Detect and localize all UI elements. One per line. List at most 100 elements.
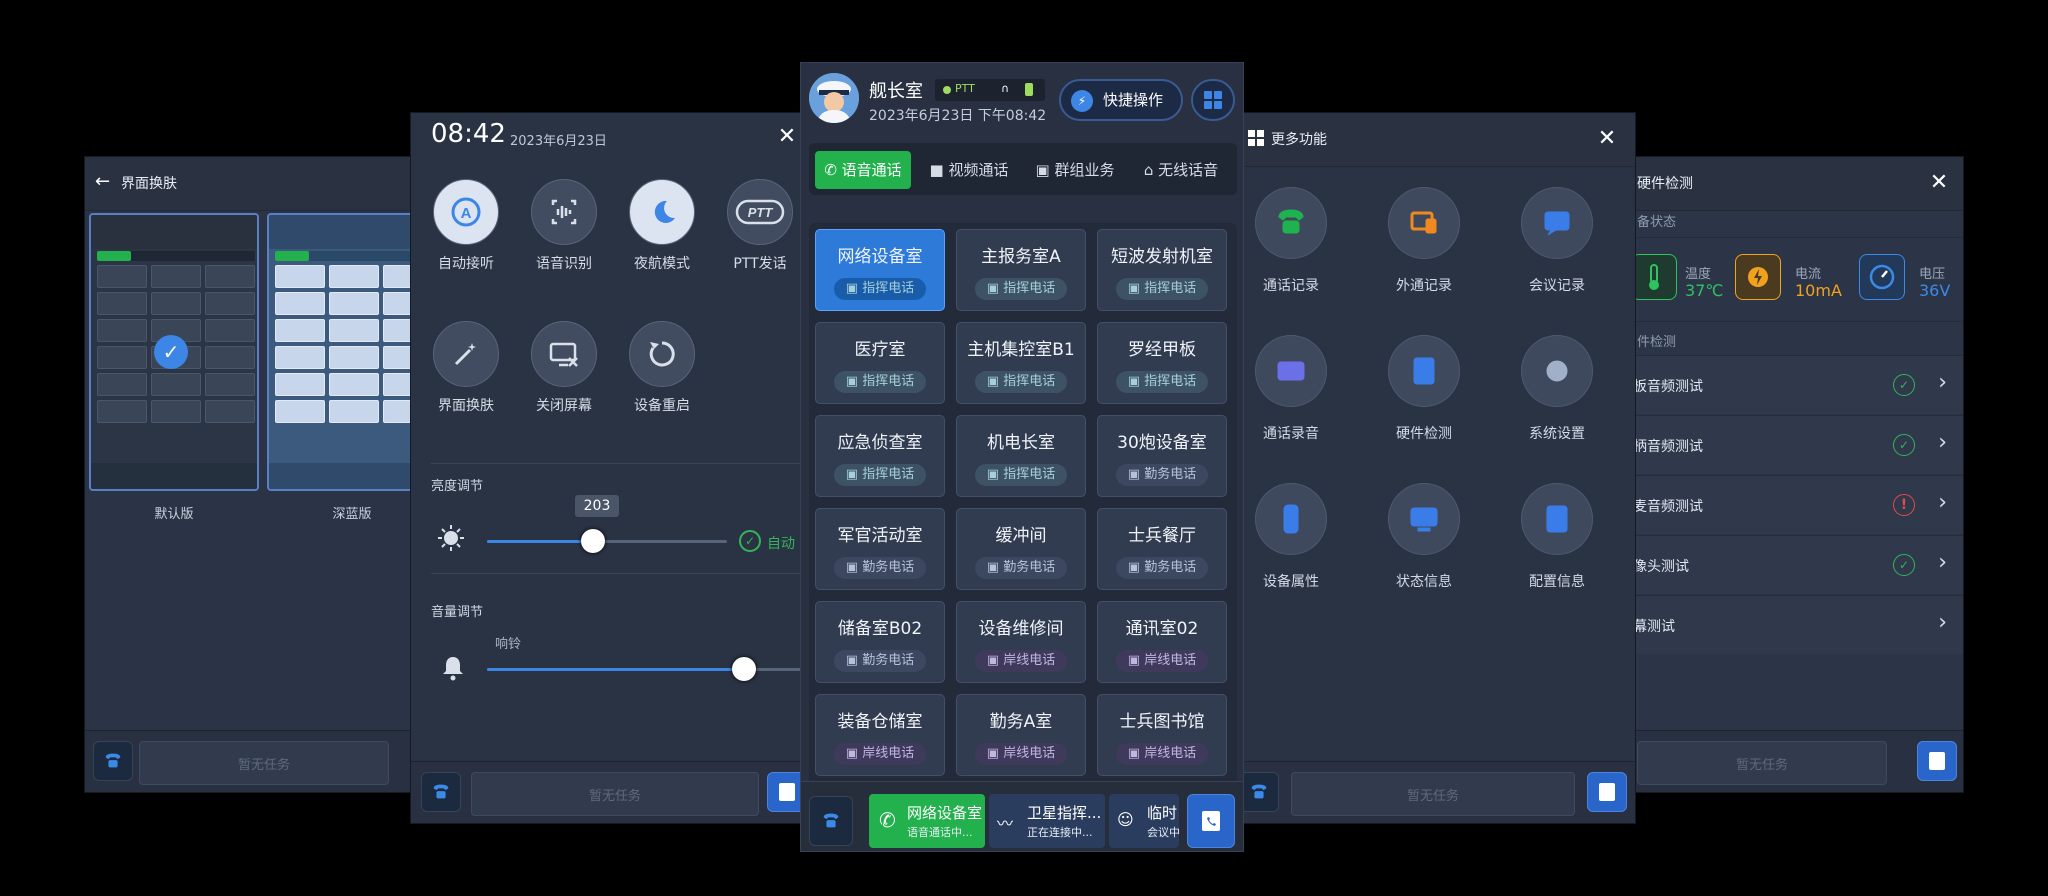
status-info-icon (1388, 483, 1460, 555)
skin-default-preview[interactable]: ✓ (89, 213, 259, 491)
active-call-chip[interactable]: ✆ 网络设备室 语音通话中... (869, 794, 985, 848)
room-phone-type[interactable]: ▣ 勤务电话 (834, 650, 926, 672)
room-phone-type[interactable]: ▣ 岸线电话 (975, 743, 1067, 765)
hardware-test-row[interactable]: 幕测试 › (1601, 595, 1963, 654)
svg-text:PTT: PTT (748, 205, 774, 220)
restart-button[interactable]: 设备重启 (627, 321, 697, 415)
back-arrow-icon[interactable]: ← (95, 171, 110, 192)
room-phone-type[interactable]: ▣ 指挥电话 (834, 464, 926, 486)
room-card[interactable]: 30炮设备室 ▣ 勤务电话 (1097, 415, 1227, 497)
room-card[interactable]: 短波发射机室 ▣ 指挥电话 (1097, 229, 1227, 311)
close-icon[interactable]: ✕ (1595, 127, 1619, 151)
skin-button[interactable]: 界面换肤 (431, 321, 501, 415)
close-icon[interactable]: ✕ (1927, 171, 1951, 195)
headset-icon: ∩ (1001, 82, 1010, 95)
volume-knob[interactable] (732, 657, 757, 681)
hardware-test-row[interactable]: 麦音频测试! › (1601, 475, 1963, 534)
room-card[interactable]: 勤务A室 ▣ 岸线电话 (956, 694, 1086, 776)
room-card[interactable]: 缓冲间 ▣ 勤务电话 (956, 508, 1086, 590)
volume-slider[interactable] (487, 657, 817, 681)
tab-group-service[interactable]: ▣ 群组业务 (1027, 151, 1123, 189)
room-phone-type[interactable]: ▣ 勤务电话 (975, 557, 1067, 579)
room-phone-type[interactable]: ▣ 指挥电话 (1116, 371, 1208, 393)
room-card[interactable]: 主机集控室B1 ▣ 指挥电话 (956, 322, 1086, 404)
screen-off-button[interactable]: 关闭屏幕 (529, 321, 599, 415)
room-card[interactable]: 机电长室 ▣ 指挥电话 (956, 415, 1086, 497)
room-card[interactable]: 主报务室A ▣ 指挥电话 (956, 229, 1086, 311)
room-phone-type[interactable]: ▣ 勤务电话 (1116, 557, 1208, 579)
pass-icon: ✓ (1893, 554, 1915, 576)
room-phone-type[interactable]: ▣ 指挥电话 (834, 371, 926, 393)
phone-icon[interactable] (93, 741, 133, 781)
room-card[interactable]: 士兵餐厅 ▣ 勤务电话 (1097, 508, 1227, 590)
room-card[interactable]: 应急侦查室 ▣ 指挥电话 (815, 415, 945, 497)
tab-voice-call[interactable]: ✆ 语音通话 (815, 151, 911, 189)
function-item[interactable]: 状态信息 (1364, 483, 1484, 591)
room-name: 勤务A室 (989, 712, 1053, 732)
room-phone-type[interactable]: ▣ 勤务电话 (834, 557, 926, 579)
function-item[interactable]: 外通记录 (1364, 187, 1484, 295)
function-item[interactable]: 系统设置 (1497, 335, 1617, 443)
function-item[interactable]: 硬件检测 (1364, 335, 1484, 443)
tab-wireless-voice[interactable]: ⌂ 无线话音 (1133, 151, 1229, 189)
ptt-button[interactable]: PTT PTT发话 (725, 179, 795, 273)
room-phone-type[interactable]: ▣ 岸线电话 (975, 650, 1067, 672)
phone-icon[interactable] (421, 772, 461, 812)
skin-bottom-bar: 暂无任务 (85, 730, 445, 792)
room-phone-type[interactable]: ▣ 岸线电话 (834, 743, 926, 765)
dial-icon[interactable] (1587, 772, 1627, 812)
room-phone-type[interactable]: ▣ 指挥电话 (834, 278, 926, 300)
phone-icon[interactable] (1239, 772, 1279, 812)
room-card[interactable]: 设备维修间 ▣ 岸线电话 (956, 601, 1086, 683)
hardware-test-row[interactable]: 板音频测试 ✓ › (1601, 355, 1963, 414)
room-phone-type[interactable]: ▣ 指挥电话 (1116, 278, 1208, 300)
room-phone-type[interactable]: ▣ 指挥电话 (975, 464, 1067, 486)
lightning-icon: ⚡ (1071, 90, 1093, 112)
mini-room-tile (151, 292, 201, 315)
room-card[interactable]: 网络设备室 ▣ 指挥电话 (815, 229, 945, 311)
quick-action-button[interactable]: ⚡ 快捷操作 (1059, 79, 1183, 121)
hardware-header: 硬件检测 ✕ (1601, 157, 1963, 211)
brightness-slider[interactable] (487, 529, 727, 553)
conference-chip[interactable]: ☺ 临时 会议中 (1109, 794, 1179, 848)
room-card[interactable]: 罗经甲板 ▣ 指挥电话 (1097, 322, 1227, 404)
function-item[interactable]: 通话记录 (1231, 187, 1351, 295)
close-icon[interactable]: ✕ (775, 125, 799, 149)
room-phone-type[interactable]: ▣ 岸线电话 (1116, 743, 1208, 765)
tab-video-call[interactable]: ■ 视频通话 (921, 151, 1017, 189)
hardware-test-name: 幕测试 (1633, 619, 1675, 635)
more-functions-screen: 更多功能 ✕ 通话记录 外通记录 会议记录 通话录音 硬件检测 系统设置 设备属性 状态信息 配… (1224, 112, 1636, 824)
hardware-check-icon (1388, 335, 1460, 407)
brightness-knob[interactable] (580, 529, 605, 553)
function-item[interactable]: 配置信息 (1497, 483, 1617, 591)
room-phone-type[interactable]: ▣ 指挥电话 (975, 278, 1067, 300)
mini-room-tile (275, 292, 325, 315)
phone-type-icon: ▣ (845, 746, 863, 761)
dial-icon[interactable] (1187, 794, 1235, 848)
auto-answer-button[interactable]: A 自动接听 (431, 179, 501, 273)
dial-icon[interactable] (1917, 741, 1957, 781)
hardware-test-row[interactable]: 柄音频测试 ✓ › (1601, 415, 1963, 474)
phone-icon[interactable] (809, 796, 853, 846)
function-item[interactable]: 设备属性 (1231, 483, 1351, 591)
avatar[interactable] (809, 73, 859, 123)
mini-room-tile (329, 346, 379, 369)
connecting-call-chip[interactable]: 〰 卫星指挥... 正在连接中... (989, 794, 1105, 848)
voice-recognition-button[interactable]: 语音识别 (529, 179, 599, 273)
night-mode-button[interactable]: 夜航模式 (627, 179, 697, 273)
room-card[interactable]: 通讯室02 ▣ 岸线电话 (1097, 601, 1227, 683)
room-card[interactable]: 装备仓储室 ▣ 岸线电话 (815, 694, 945, 776)
room-card[interactable]: 士兵图书馆 ▣ 岸线电话 (1097, 694, 1227, 776)
room-phone-type[interactable]: ▣ 岸线电话 (1116, 650, 1208, 672)
room-card[interactable]: 储备室B02 ▣ 勤务电话 (815, 601, 945, 683)
room-card[interactable]: 医疗室 ▣ 指挥电话 (815, 322, 945, 404)
apps-grid-button[interactable] (1191, 79, 1235, 121)
auto-check-icon[interactable]: ✓ (739, 530, 761, 552)
room-card[interactable]: 军官活动室 ▣ 勤务电话 (815, 508, 945, 590)
hardware-test-row[interactable]: 像头测试 ✓ › (1601, 535, 1963, 594)
room-phone-type[interactable]: ▣ 指挥电话 (975, 371, 1067, 393)
room-phone-type[interactable]: ▣ 勤务电话 (1116, 464, 1208, 486)
function-item[interactable]: 会议记录 (1497, 187, 1617, 295)
function-item[interactable]: 通话录音 (1231, 335, 1351, 443)
skin-label: 界面换肤 (438, 398, 494, 414)
